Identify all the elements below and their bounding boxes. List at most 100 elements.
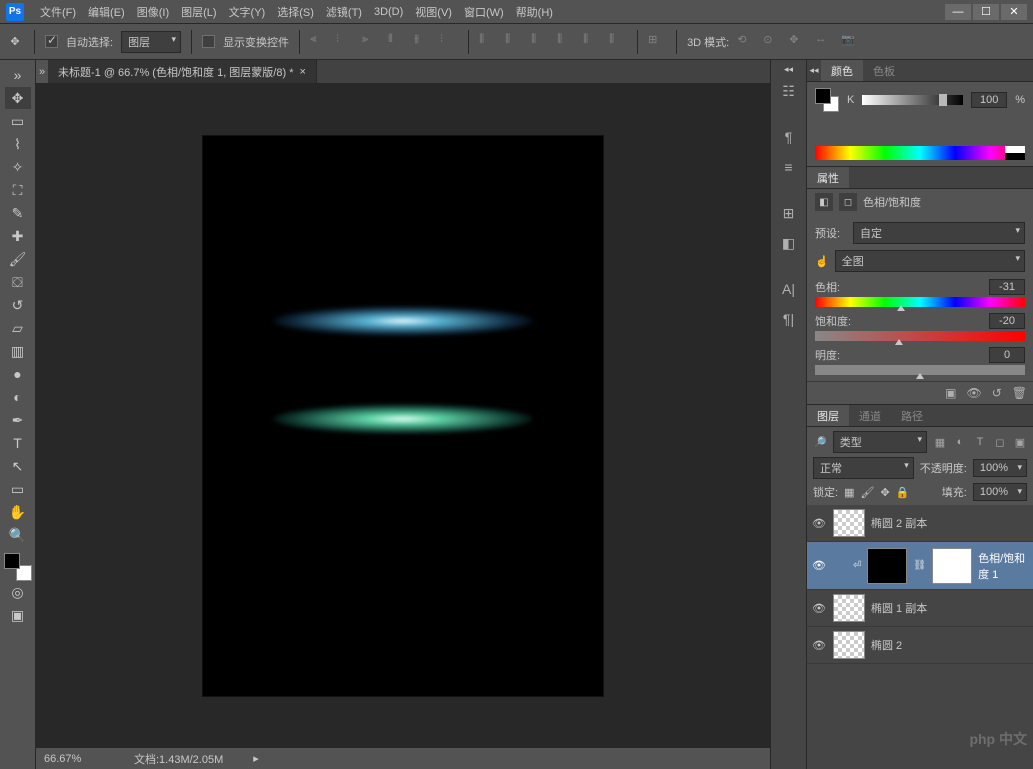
minimize-button[interactable]: — (945, 4, 971, 20)
pen-tool[interactable]: ✒ (5, 409, 31, 431)
layer-thumb[interactable] (833, 631, 865, 659)
document-tab[interactable]: 未标题-1 @ 66.7% (色相/饱和度 1, 图层蒙版/8) * × (48, 60, 317, 83)
color-swatch-pair[interactable] (815, 88, 839, 112)
filter-adjust-icon[interactable]: ◐ (953, 436, 967, 449)
lock-pixels-icon[interactable]: 🖌 (860, 486, 874, 499)
maximize-button[interactable]: ☐ (973, 4, 999, 20)
gradient-tool[interactable]: ▥ (5, 340, 31, 362)
menu-file[interactable]: 文件(F) (34, 2, 82, 22)
clone-stamp-tool[interactable]: ⛋ (5, 271, 31, 293)
tab-swatches[interactable]: 色板 (863, 60, 905, 81)
tab-color[interactable]: 颜色 (821, 60, 863, 81)
status-arrow-icon[interactable]: ▸ (253, 752, 259, 765)
3d-camera-icon[interactable]: 📷 (841, 33, 859, 51)
collapse-icon[interactable]: » (36, 60, 48, 83)
brush-tool[interactable]: 🖌 (5, 248, 31, 270)
expand-arrow-icon[interactable]: » (5, 64, 31, 86)
lock-position-icon[interactable]: ✥ (880, 486, 889, 499)
history-panel-icon[interactable]: ☷ (775, 77, 803, 105)
hue-value[interactable]: -31 (989, 279, 1025, 295)
target-dropdown[interactable]: 全图 (835, 250, 1025, 272)
layer-row[interactable]: 👁 椭圆 2 (807, 627, 1033, 664)
light-value[interactable]: 0 (989, 347, 1025, 363)
k-slider[interactable] (862, 95, 963, 105)
shape-tool[interactable]: ▭ (5, 478, 31, 500)
3d-orbit-icon[interactable]: ⟲ (737, 33, 755, 51)
align-icon[interactable]: ⫸ (362, 33, 380, 51)
mask-thumb[interactable] (932, 548, 972, 584)
k-value[interactable]: 100 (971, 92, 1007, 108)
3d-slide-icon[interactable]: ↔ (815, 33, 833, 51)
spectrum-bar[interactable] (815, 146, 1025, 160)
layer-name[interactable]: 椭圆 2 (871, 637, 1029, 653)
menu-help[interactable]: 帮助(H) (510, 2, 559, 22)
blend-mode-dropdown[interactable]: 正常 (813, 457, 914, 479)
collapse-icon[interactable]: ◂◂ (782, 64, 796, 75)
align-icon[interactable]: ⫶ (440, 33, 458, 51)
align-icon[interactable]: ⫴ (388, 33, 406, 51)
hand-tool[interactable]: ✋ (5, 501, 31, 523)
lock-all-icon[interactable]: 🔒 (896, 486, 910, 499)
blur-tool[interactable]: ● (5, 363, 31, 385)
layer-row[interactable]: 👁 椭圆 2 副本 (807, 505, 1033, 542)
3d-pan-icon[interactable]: ✥ (789, 33, 807, 51)
auto-align-icon[interactable]: ⊞ (648, 33, 666, 51)
canvas[interactable] (203, 136, 603, 696)
layer-name[interactable]: 椭圆 1 副本 (871, 600, 1029, 616)
foreground-swatch[interactable] (4, 553, 20, 569)
collapse-icon[interactable]: ◂◂ (807, 60, 821, 81)
sat-value[interactable]: -20 (989, 313, 1025, 329)
menu-image[interactable]: 图像(I) (131, 2, 175, 22)
distribute-icon[interactable]: ⫼ (557, 33, 575, 51)
layer-row[interactable]: 👁 ⏎ ⛓ 色相/饱和度 1 (807, 542, 1033, 590)
layer-row[interactable]: 👁 椭圆 1 副本 (807, 590, 1033, 627)
visibility-toggle[interactable]: 👁 (811, 559, 827, 572)
menu-type[interactable]: 文字(Y) (223, 2, 272, 22)
reset-icon[interactable]: ↺ (992, 386, 1002, 400)
menu-view[interactable]: 视图(V) (409, 2, 458, 22)
layer-name[interactable]: 色相/饱和度 1 (978, 550, 1029, 582)
healing-brush-tool[interactable]: ✚ (5, 225, 31, 247)
color-swatches[interactable] (4, 553, 32, 581)
canvas-wrap[interactable] (36, 84, 770, 747)
filter-pixel-icon[interactable]: ▦ (933, 436, 947, 449)
zoom-tool[interactable]: 🔍 (5, 524, 31, 546)
distribute-icon[interactable]: ⫼ (505, 33, 523, 51)
distribute-icon[interactable]: ⫼ (479, 33, 497, 51)
distribute-icon[interactable]: ⫼ (609, 33, 627, 51)
character-panel-icon[interactable]: ¶ (775, 123, 803, 151)
3d-roll-icon[interactable]: ⊙ (763, 33, 781, 51)
lock-transparent-icon[interactable]: ▦ (844, 486, 854, 499)
sat-slider[interactable] (815, 331, 1025, 341)
auto-select-checkbox[interactable] (45, 35, 58, 48)
dodge-tool[interactable]: ◐ (5, 386, 31, 408)
lasso-tool[interactable]: ⌇ (5, 133, 31, 155)
search-icon[interactable]: 🔎 (813, 436, 827, 449)
crop-tool[interactable]: ⛶ (5, 179, 31, 201)
magic-wand-tool[interactable]: ✧ (5, 156, 31, 178)
tab-layers[interactable]: 图层 (807, 405, 849, 426)
filter-smart-icon[interactable]: ▣ (1013, 436, 1027, 449)
tab-paths[interactable]: 路径 (891, 405, 933, 426)
tab-channels[interactable]: 通道 (849, 405, 891, 426)
tab-properties[interactable]: 属性 (807, 167, 849, 188)
preset-dropdown[interactable]: 自定 (853, 222, 1025, 244)
para-styles-icon[interactable]: ¶| (775, 305, 803, 333)
finger-icon[interactable]: ☝ (815, 255, 829, 268)
menu-window[interactable]: 窗口(W) (458, 2, 510, 22)
fill-dropdown[interactable]: 100% (973, 483, 1027, 501)
visibility-toggle[interactable]: 👁 (811, 517, 827, 530)
distribute-icon[interactable]: ⫼ (531, 33, 549, 51)
screen-mode-tool[interactable]: ▣ (5, 604, 31, 626)
distribute-icon[interactable]: ⫼ (583, 33, 601, 51)
path-selection-tool[interactable]: ↖ (5, 455, 31, 477)
menu-layer[interactable]: 图层(L) (175, 2, 222, 22)
delete-icon[interactable]: 🗑 (1012, 386, 1027, 400)
type-tool[interactable]: T (5, 432, 31, 454)
light-slider[interactable] (815, 365, 1025, 375)
move-tool[interactable]: ✥ (5, 87, 31, 109)
paragraph-panel-icon[interactable]: ≡ (775, 153, 803, 181)
close-button[interactable]: ✕ (1001, 4, 1027, 20)
layer-thumb[interactable] (833, 509, 865, 537)
align-icon[interactable]: ⫷ (310, 33, 328, 51)
